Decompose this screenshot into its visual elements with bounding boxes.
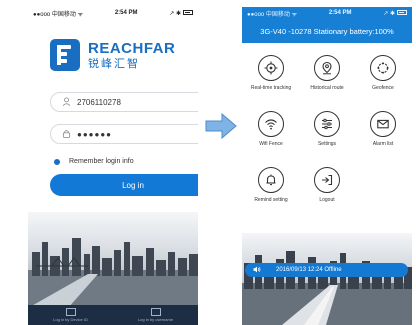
screenshot-stage: ●●ooo 中国移动 ᯤ 2:54 PM ↗ ✱ REACHFAR 锐峰汇智 2…	[0, 0, 416, 325]
remember-login-checkbox[interactable]: Remember login info	[54, 158, 134, 165]
battery-icon	[397, 10, 407, 16]
menu-real-time-tracking[interactable]: Real-time tracking	[244, 55, 298, 105]
status-right: ↗ ✱	[169, 10, 193, 17]
menu-label: Geofence	[372, 85, 394, 91]
menu-settings[interactable]: Settings	[300, 111, 354, 161]
city-background-image	[28, 212, 198, 308]
password-field[interactable]: ●●●●●●	[50, 124, 198, 144]
menu-label: Wifi Fence	[259, 141, 283, 147]
list-icon	[65, 308, 76, 316]
location-pin-icon	[322, 61, 332, 75]
device-status-header: 3G-V40 -10278 Stationary battery:100%	[242, 19, 412, 43]
menu-label: Historical route	[310, 85, 344, 91]
remember-label: Remember login info	[69, 158, 134, 165]
alarm-text: 2016/09/13 12:24 Offline	[276, 267, 342, 273]
lock-icon	[61, 129, 71, 140]
login-tab-bar: Log in by Device ID Log in by username	[28, 305, 198, 325]
username-field[interactable]: 2706110278	[50, 92, 198, 112]
city-background-image	[242, 233, 412, 325]
status-bar: ●●ooo 中国移动 ᯤ 2:54 PM ↗ ✱	[242, 7, 412, 19]
menu-label: Logout	[319, 197, 335, 203]
menu-wifi-fence[interactable]: Wifi Fence	[244, 111, 298, 161]
menu-label: Alarm list	[372, 141, 394, 147]
menu-label: Real-time tracking	[250, 85, 292, 91]
crosshair-icon	[264, 61, 278, 75]
battery-icon	[183, 10, 193, 16]
menu-historical-route[interactable]: Historical route	[300, 55, 354, 105]
brand-logo: REACHFAR 锐峰汇智	[50, 35, 176, 75]
envelope-icon	[377, 119, 389, 129]
brand-name-cn: 锐峰汇智	[88, 57, 140, 70]
menu-label: Settings	[317, 141, 337, 147]
tab-login-by-device-id[interactable]: Log in by Device ID	[28, 305, 113, 325]
brand-name-en: REACHFAR	[88, 39, 176, 57]
clock-label: 2:54 PM	[114, 10, 138, 16]
clock-label: 2:54 PM	[328, 10, 352, 16]
tab-label: Log in by Device ID	[53, 317, 88, 322]
status-right: ↗ ✱	[383, 10, 407, 17]
status-bar: ●●ooo 中国移动 ᯤ 2:54 PM ↗ ✱	[28, 7, 198, 19]
carrier-label: ●●ooo 中国移动 ᯤ	[33, 11, 84, 18]
menu-logout[interactable]: Logout	[300, 167, 354, 217]
carrier-label: ●●ooo 中国移动 ᯤ	[247, 11, 298, 18]
tab-login-by-username[interactable]: Log in by username	[113, 305, 198, 325]
latest-alarm-banner[interactable]: 2016/09/13 12:24 Offline	[245, 263, 408, 277]
tab-label: Log in by username	[137, 317, 174, 322]
geofence-icon	[377, 62, 389, 74]
menu-label: Remind setting	[254, 197, 288, 203]
login-screen: ●●ooo 中国移动 ᯤ 2:54 PM ↗ ✱ REACHFAR 锐峰汇智 2…	[28, 7, 198, 325]
menu-remind-setting[interactable]: Remind setting	[244, 167, 298, 217]
password-value: ●●●●●●	[77, 129, 112, 139]
logout-icon	[322, 174, 333, 186]
menu-screen: ●●ooo 中国移动 ᯤ 2:54 PM ↗ ✱ 3G-V40 -10278 S…	[242, 7, 412, 325]
reachfar-logo-icon	[50, 39, 80, 71]
wifi-icon	[265, 119, 277, 130]
login-button[interactable]: Log in	[50, 174, 198, 196]
bell-icon	[266, 174, 276, 186]
menu-geofence[interactable]: Geofence	[356, 55, 410, 105]
remember-radio-icon	[54, 158, 60, 165]
speaker-icon	[253, 266, 262, 275]
menu-alarm-list[interactable]: Alarm list	[356, 111, 410, 161]
id-card-icon	[150, 308, 161, 316]
user-icon	[61, 96, 71, 108]
username-value: 2706110278	[77, 97, 121, 107]
sliders-icon	[322, 118, 332, 130]
transition-arrow-icon	[205, 113, 237, 139]
